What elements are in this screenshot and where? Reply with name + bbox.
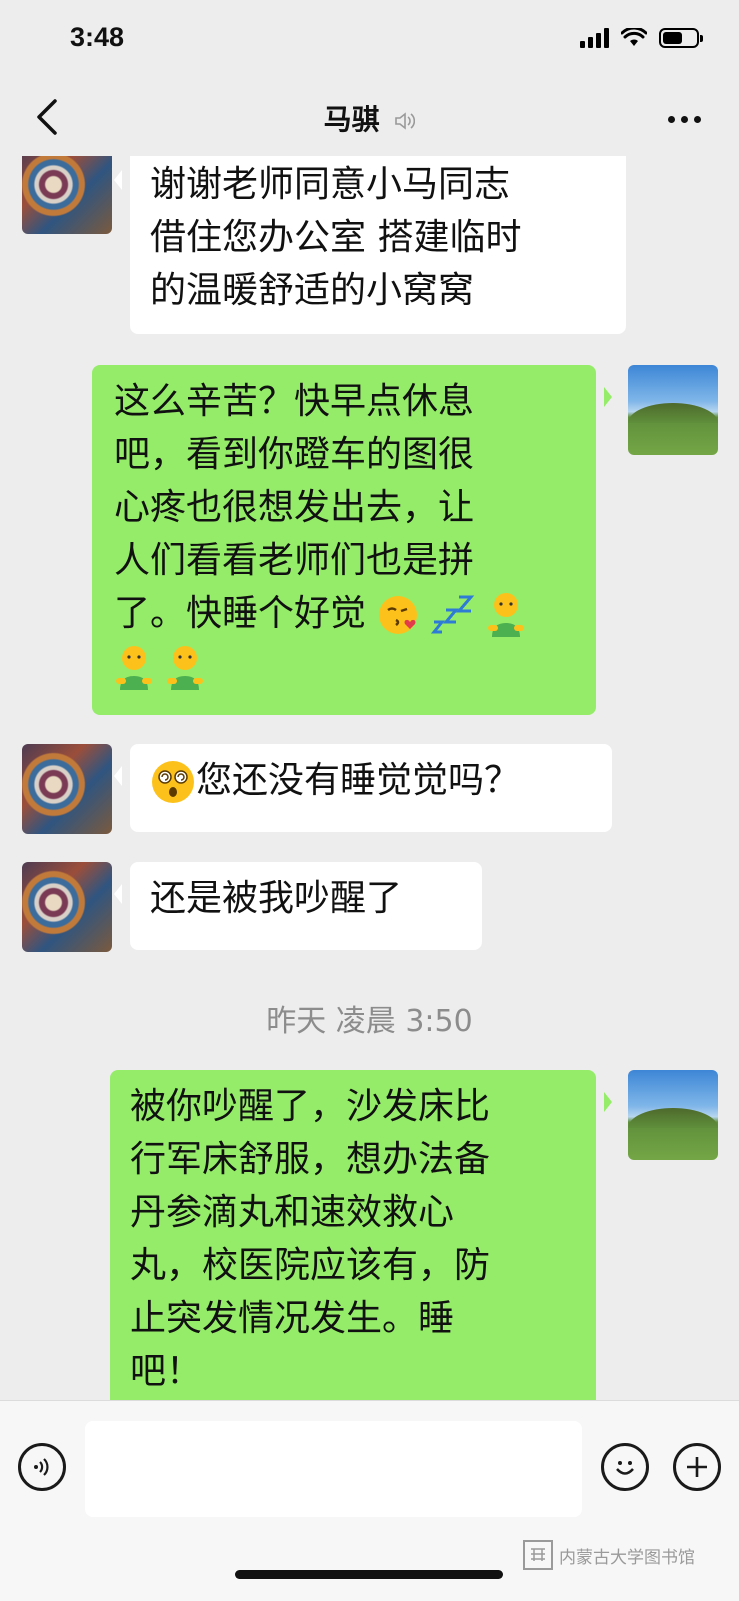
plus-button[interactable]	[673, 1443, 721, 1491]
status-icons	[580, 28, 703, 48]
watermark-text: 内蒙古大学图书馆	[559, 1547, 695, 1568]
hugging-figure-emoji	[488, 593, 525, 637]
wifi-icon	[621, 28, 647, 46]
message-line: 的温暖舒适的小窝窝	[150, 270, 475, 311]
message-bubble-incoming[interactable]: 还是被我吵醒了	[114, 862, 482, 950]
hugging-figure-emoji	[167, 646, 204, 690]
message-line: 止突发情况发生。睡	[130, 1298, 455, 1339]
library-logo-icon	[523, 1540, 553, 1570]
chat-header: 马骐	[0, 80, 739, 156]
battery-icon	[659, 28, 703, 48]
status-time: 3:48	[70, 22, 125, 52]
message-line: 人们看看老师们也是拼	[114, 540, 475, 581]
message-line: 这么辛苦？快早点休息	[114, 381, 475, 422]
message-line	[114, 640, 576, 693]
message-line: 借住您办公室 搭建临时	[150, 217, 522, 258]
message-line: 谢谢老师同意小马同志	[150, 164, 511, 205]
message-text: 您还没有睡觉觉吗？	[196, 760, 521, 801]
message-line: 吧，看到你蹬车的图很	[114, 434, 475, 475]
contact-avatar[interactable]	[22, 862, 112, 952]
message-list[interactable]: 谢谢老师同意小马同志 借住您办公室 搭建临时 的温暖舒适的小窝窝 这么辛苦？快早…	[0, 156, 739, 1400]
dizzy-face-emoji	[152, 761, 194, 803]
message-line: 被你吵醒了，沙发床比	[130, 1086, 491, 1127]
hugging-figure-emoji	[116, 646, 152, 690]
chat-title: 马骐	[0, 98, 739, 138]
speaker-icon	[395, 112, 416, 130]
watermark: 内蒙古大学图书馆	[523, 1540, 695, 1570]
message-text: 还是被我吵醒了	[150, 878, 403, 919]
contact-avatar[interactable]	[22, 156, 112, 234]
message-timestamp: 昨天 凌晨 3:50	[266, 1004, 473, 1039]
message-text: 了。快睡个好觉	[114, 593, 367, 634]
voice-button[interactable]	[18, 1443, 66, 1491]
message-bubble-incoming[interactable]: 您还没有睡觉觉吗？	[114, 744, 612, 832]
signal-icon	[580, 28, 609, 48]
message-line: 丸，校医院应该有，防	[130, 1245, 491, 1286]
voice-icon	[34, 1458, 49, 1476]
status-bar: 3:48	[0, 0, 739, 80]
message-bubble-outgoing[interactable]: 被你吵醒了，沙发床比 行军床舒服，想办法备 丹参滴丸和速效救心 丸，校医院应该有…	[110, 1070, 612, 1400]
message-bubble-incoming[interactable]: 谢谢老师同意小马同志 借住您办公室 搭建临时 的温暖舒适的小窝窝	[114, 156, 626, 334]
message-line: 丹参滴丸和速效救心	[130, 1192, 455, 1233]
message-line: 行军床舒服，想办法备	[130, 1139, 491, 1180]
message-line: 吧！	[130, 1351, 203, 1392]
more-dots-icon	[667, 115, 675, 123]
battery-fill	[663, 32, 682, 44]
home-indicator[interactable]	[235, 1570, 503, 1579]
user-avatar[interactable]	[628, 365, 718, 455]
user-avatar[interactable]	[628, 1070, 718, 1160]
plus-icon	[687, 1457, 707, 1477]
message-input[interactable]	[85, 1421, 582, 1517]
kiss-emoji	[379, 596, 418, 634]
zzz-emoji	[430, 595, 475, 634]
more-button[interactable]	[659, 94, 709, 144]
smiley-icon	[616, 1461, 634, 1475]
message-line: 了。快睡个好觉	[114, 587, 576, 640]
message-line: 心疼也很想发出去，让	[114, 487, 475, 528]
contact-avatar[interactable]	[22, 744, 112, 834]
emoji-button[interactable]	[601, 1443, 649, 1491]
chat-title-text: 马骐	[323, 103, 380, 136]
message-bubble-outgoing[interactable]: 这么辛苦？快早点休息 吧，看到你蹬车的图很 心疼也很想发出去，让 人们看看老师们…	[92, 365, 612, 715]
